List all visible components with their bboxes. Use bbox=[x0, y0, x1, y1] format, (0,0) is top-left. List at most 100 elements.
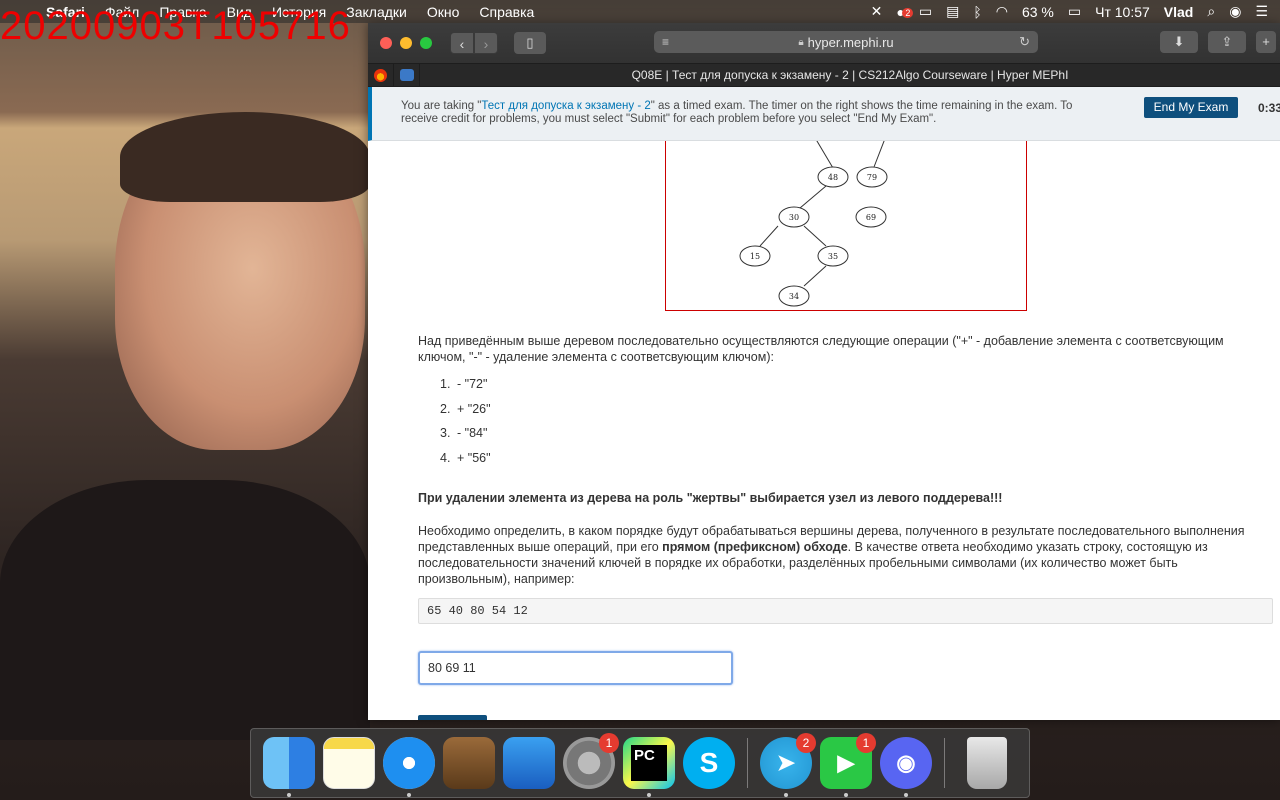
dock-separator bbox=[944, 738, 945, 788]
back-button[interactable]: ‹ bbox=[450, 32, 474, 54]
battery-icon[interactable]: ▭ bbox=[1068, 3, 1081, 20]
screen-icon[interactable]: ▭ bbox=[919, 3, 932, 20]
url-text: hyper.mephi.ru bbox=[807, 34, 894, 50]
spotlight-icon[interactable]: ⌕ bbox=[1207, 3, 1215, 20]
share-icon[interactable]: ⇪ bbox=[1208, 31, 1246, 53]
dock: 1 PC S ➤ 2 ▶ 1 ◉ bbox=[250, 728, 1030, 798]
operation-item: 2. + "26" bbox=[440, 402, 491, 427]
tree-figure: 48 79 30 69 15 35 34 bbox=[665, 141, 1027, 311]
notification-center-icon[interactable]: ☰ bbox=[1255, 3, 1268, 20]
mute-icon[interactable]: ✕ bbox=[871, 3, 883, 20]
bluetooth-icon[interactable]: ᛒ bbox=[973, 4, 981, 20]
trash-icon[interactable] bbox=[967, 737, 1007, 789]
downloads-icon[interactable]: ⬇ bbox=[1160, 31, 1198, 53]
task-description: Необходимо определить, в каком порядке б… bbox=[418, 523, 1268, 587]
webcam-person-hair bbox=[120, 112, 370, 202]
user-name[interactable]: Vlad bbox=[1164, 4, 1194, 20]
garageband-icon[interactable] bbox=[443, 737, 495, 789]
close-window-button[interactable] bbox=[380, 37, 392, 49]
running-indicator bbox=[647, 793, 651, 797]
operation-number: 3. bbox=[440, 426, 451, 440]
operation-text: + "26" bbox=[457, 401, 491, 416]
forward-button[interactable]: › bbox=[474, 32, 498, 54]
webcam-person-shirt bbox=[0, 480, 370, 740]
pinned-tab-1[interactable] bbox=[368, 63, 394, 87]
timed-exam-banner: You are taking "Тест для допуска к экзам… bbox=[368, 87, 1280, 141]
submit-button[interactable] bbox=[418, 715, 487, 720]
pycharm-icon[interactable]: PC bbox=[623, 737, 675, 797]
operation-item: 3. - "84" bbox=[440, 426, 491, 451]
recording-timestamp: 20200903T105716 bbox=[0, 4, 351, 48]
exam-link[interactable]: Тест для допуска к экзамену - 2 bbox=[481, 100, 650, 112]
binary-tree-diagram: 48 79 30 69 15 35 34 bbox=[739, 141, 888, 307]
window-toolbar: ‹ › ▯ ≡ 🔒︎ hyper.mephi.ru ↻ ⬇ ⇪ + bbox=[368, 23, 1280, 63]
pycharm-logo-text: PC bbox=[631, 745, 667, 781]
operation-number: 1. bbox=[440, 377, 451, 391]
telegram-badge: 2 bbox=[796, 733, 816, 753]
telegram-icon[interactable]: ➤ 2 bbox=[760, 733, 816, 797]
problem-content: 48 79 30 69 15 35 34 Над приведённым выш… bbox=[368, 141, 1280, 720]
pinned-site-icon bbox=[374, 68, 387, 82]
problem-intro: Над приведённым выше деревом последовате… bbox=[418, 334, 1224, 364]
notes-icon[interactable] bbox=[323, 737, 375, 789]
operations-list: 1. - "72" 2. + "26" 3. - "84" 4. + "56" bbox=[440, 377, 491, 475]
tree-edge bbox=[803, 265, 827, 287]
dock-separator bbox=[747, 738, 748, 788]
facetime-icon[interactable]: ▶ 1 bbox=[820, 733, 876, 797]
answer-input[interactable]: 80 69 11 bbox=[418, 651, 733, 685]
address-bar[interactable]: ≡ 🔒︎ hyper.mephi.ru ↻ bbox=[654, 31, 1038, 53]
flag-icon[interactable]: ▤ bbox=[946, 3, 959, 20]
operation-item: 1. - "72" bbox=[440, 377, 491, 402]
finder-icon[interactable] bbox=[263, 737, 315, 797]
tab-bar: Q08E | Тест для допуска к экзамену - 2 |… bbox=[368, 63, 1280, 87]
siri-icon[interactable]: ◉ bbox=[1229, 3, 1241, 20]
skype-icon[interactable]: S bbox=[683, 737, 735, 789]
deletion-note: При удалении элемента из дерева на роль … bbox=[418, 491, 1003, 505]
pinned-tab-2[interactable] bbox=[394, 63, 420, 87]
xcode-icon[interactable] bbox=[503, 737, 555, 789]
wifi-icon[interactable]: ◠ bbox=[996, 3, 1008, 20]
active-tab-title[interactable]: Q08E | Тест для допуска к экзамену - 2 |… bbox=[420, 68, 1280, 82]
tree-node-label: 79 bbox=[867, 173, 877, 182]
reload-icon[interactable]: ↻ bbox=[1019, 34, 1030, 50]
battery-text[interactable]: 63 % bbox=[1022, 4, 1054, 20]
exam-message-prefix: You are taking " bbox=[401, 100, 482, 112]
notification-badge: 2 bbox=[902, 7, 914, 18]
chat-icon bbox=[399, 69, 414, 81]
operation-text: + "56" bbox=[457, 450, 491, 465]
end-my-exam-button[interactable]: End My Exam bbox=[1144, 97, 1238, 118]
zoom-window-button[interactable] bbox=[420, 37, 432, 49]
tree-node-label: 48 bbox=[828, 173, 838, 182]
tree-node-label: 35 bbox=[828, 252, 838, 261]
exam-message: You are taking "Тест для допуска к экзам… bbox=[401, 100, 1091, 126]
tree-edge bbox=[873, 141, 885, 168]
lock-icon: 🔒︎ bbox=[798, 36, 804, 48]
menu-help[interactable]: Справка bbox=[469, 4, 544, 20]
safari-icon[interactable] bbox=[383, 737, 435, 797]
safari-window: ‹ › ▯ ≡ 🔒︎ hyper.mephi.ru ↻ ⬇ ⇪ + Q08E |… bbox=[368, 23, 1280, 720]
tree-node-label: 30 bbox=[789, 213, 799, 222]
tree-node-label: 34 bbox=[789, 292, 799, 301]
running-indicator bbox=[844, 793, 848, 797]
answer-example: 65 40 80 54 12 bbox=[418, 598, 1273, 624]
tree-edge bbox=[799, 185, 827, 209]
minimize-window-button[interactable] bbox=[400, 37, 412, 49]
notification-icon[interactable]: ● 2 bbox=[896, 4, 914, 20]
discord-icon[interactable]: ◉ bbox=[880, 737, 932, 797]
facetime-badge: 1 bbox=[856, 733, 876, 753]
reader-mode-icon[interactable]: ≡ bbox=[662, 35, 669, 49]
window-controls bbox=[380, 37, 432, 49]
tree-node-label: 69 bbox=[866, 213, 876, 222]
menu-window[interactable]: Окно bbox=[417, 4, 470, 20]
exam-timer: 0:33: bbox=[1258, 101, 1280, 115]
operation-item: 4. + "56" bbox=[440, 451, 491, 476]
sidebar-toggle-icon[interactable]: ▯ bbox=[514, 32, 546, 54]
status-area: ✕ ● 2 ▭ ▤ ᛒ ◠ 63 % ▭ Чт 10:57 Vlad ⌕ ◉ ☰ bbox=[871, 3, 1280, 20]
tree-edge bbox=[759, 225, 779, 247]
system-preferences-icon[interactable]: 1 bbox=[563, 733, 619, 789]
system-preferences-badge: 1 bbox=[599, 733, 619, 753]
running-indicator bbox=[407, 793, 411, 797]
clock[interactable]: Чт 10:57 bbox=[1095, 4, 1150, 20]
running-indicator bbox=[904, 793, 908, 797]
tabs-overview-icon[interactable]: + bbox=[1256, 31, 1276, 53]
